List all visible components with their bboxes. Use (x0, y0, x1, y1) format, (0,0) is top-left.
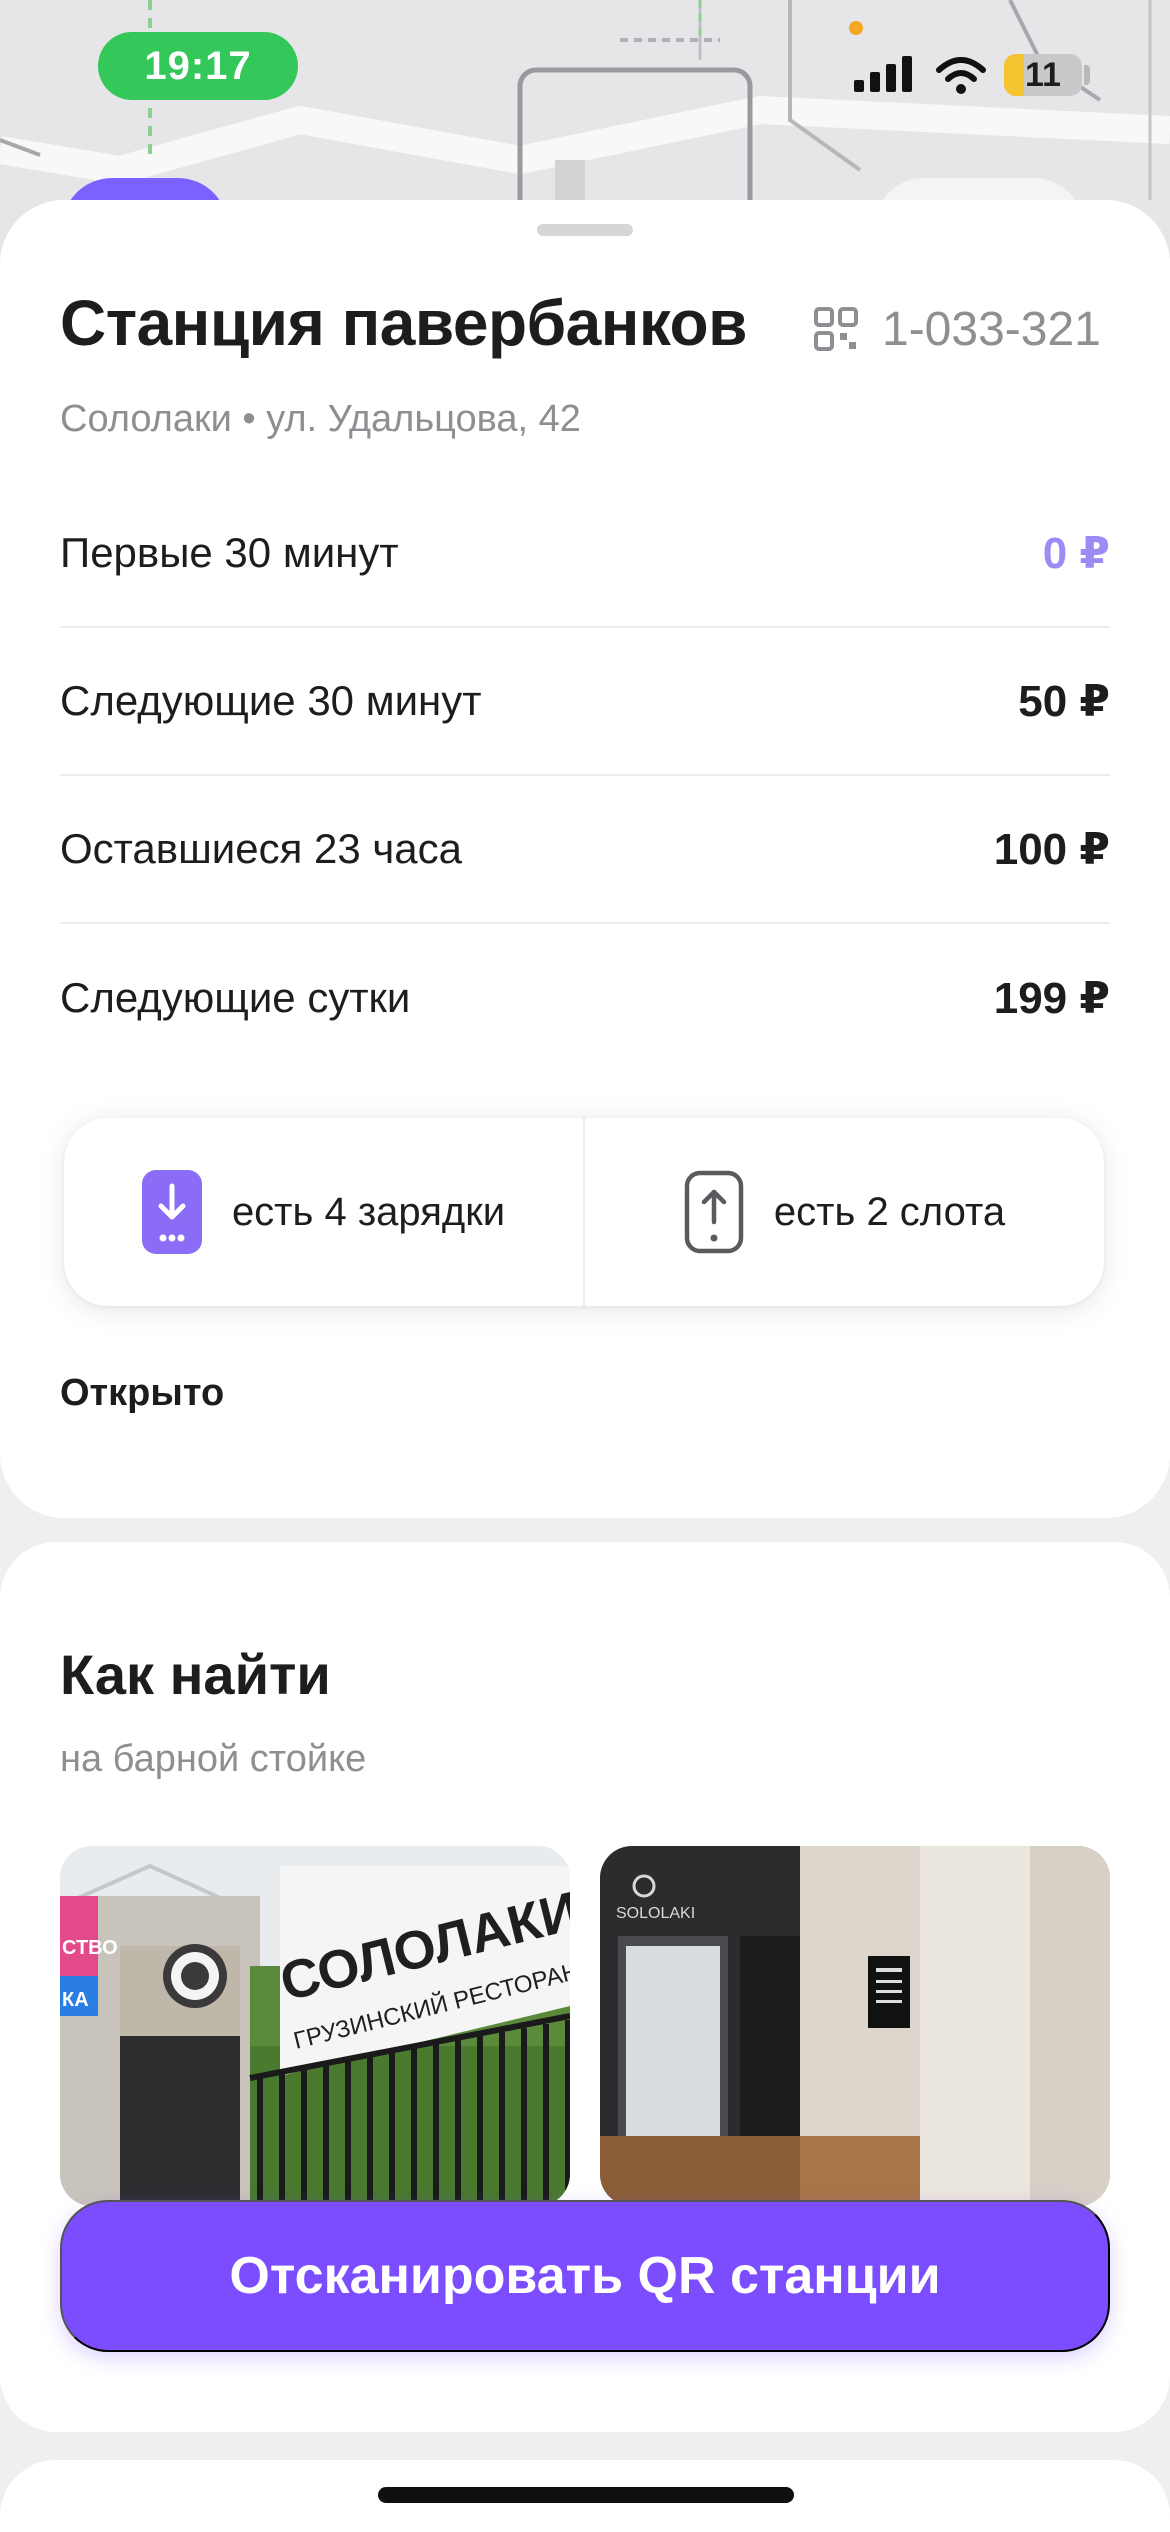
status-bar: 19:17 11 (0, 0, 1170, 140)
tariff-label: Следующие сутки (60, 974, 411, 1021)
tariff-price: 100 ₽ (993, 824, 1110, 874)
station-sheet: Станция павербанков 1-033-321 Сололаки •… (0, 200, 1170, 1518)
slots-available: есть 2 слота (585, 1118, 1104, 1306)
tariff-row: Следующие 30 минут 50 ₽ (60, 628, 1110, 776)
tariff-price: 0 ₽ (1042, 528, 1110, 578)
tariff-row: Оставшиеся 23 часа 100 ₽ (60, 776, 1110, 924)
photo-interior-logo: SOLOLAKI (616, 1905, 695, 1922)
chargers-available: есть 4 зарядки (64, 1118, 583, 1306)
powerbank-download-icon (141, 1170, 202, 1254)
station-address: Сололаки • ул. Удальцова, 42 (60, 398, 581, 440)
availability-card: есть 4 зарядки есть 2 слота (64, 1118, 1104, 1306)
tariff-label: Следующие 30 минут (60, 677, 482, 724)
tariff-label: Первые 30 минут (60, 529, 399, 576)
how-to-find-hint: на барной стойке (60, 1738, 367, 1780)
battery-percent: 11 (1025, 55, 1061, 94)
station-code[interactable]: 1-033-321 (882, 302, 1101, 357)
qr-code-icon (814, 307, 858, 351)
privacy-indicator-dot (849, 21, 863, 35)
photo-side-sign-b: КА (62, 1989, 89, 2011)
slot-upload-icon (684, 1170, 744, 1254)
tariff-label: Оставшиеся 23 часа (60, 825, 463, 872)
photo-side-sign-a: СТВО (62, 1937, 118, 1959)
status-time: 19:17 (98, 32, 298, 100)
how-to-find-title: Как найти (60, 1643, 331, 1706)
battery-indicator: 11 (1004, 54, 1082, 96)
scan-qr-button[interactable]: Отсканировать QR станции (60, 2200, 1110, 2352)
tariff-row: Следующие сутки 199 ₽ (60, 924, 1110, 1072)
home-indicator[interactable] (378, 2487, 794, 2503)
wifi-icon (936, 57, 986, 94)
tariff-price: 199 ₽ (993, 973, 1110, 1023)
open-status: Открыто (60, 1372, 225, 1414)
sheet-grabber[interactable] (537, 224, 633, 236)
slots-count-text: есть 2 слота (773, 1189, 1006, 1234)
battery-fill (1004, 54, 1025, 96)
tariff-price: 50 ₽ (1018, 676, 1110, 726)
tariff-row: Первые 30 минут 0 ₽ (60, 480, 1110, 628)
chargers-count-text: есть 4 зарядки (231, 1189, 506, 1234)
tariff-list: Первые 30 минут 0 ₽ Следующие 30 минут 5… (60, 480, 1110, 1072)
station-title: Станция павербанков (60, 287, 747, 359)
location-photo-interior[interactable]: SOLOLAKI (600, 1846, 1110, 2206)
battery-cap (1084, 65, 1090, 85)
cellular-signal-icon (854, 56, 912, 92)
location-photo-entrance[interactable]: СТВО КА СОЛОЛАКИ ГРУЗИНСКИЙ РЕСТОРАН (60, 1846, 570, 2206)
